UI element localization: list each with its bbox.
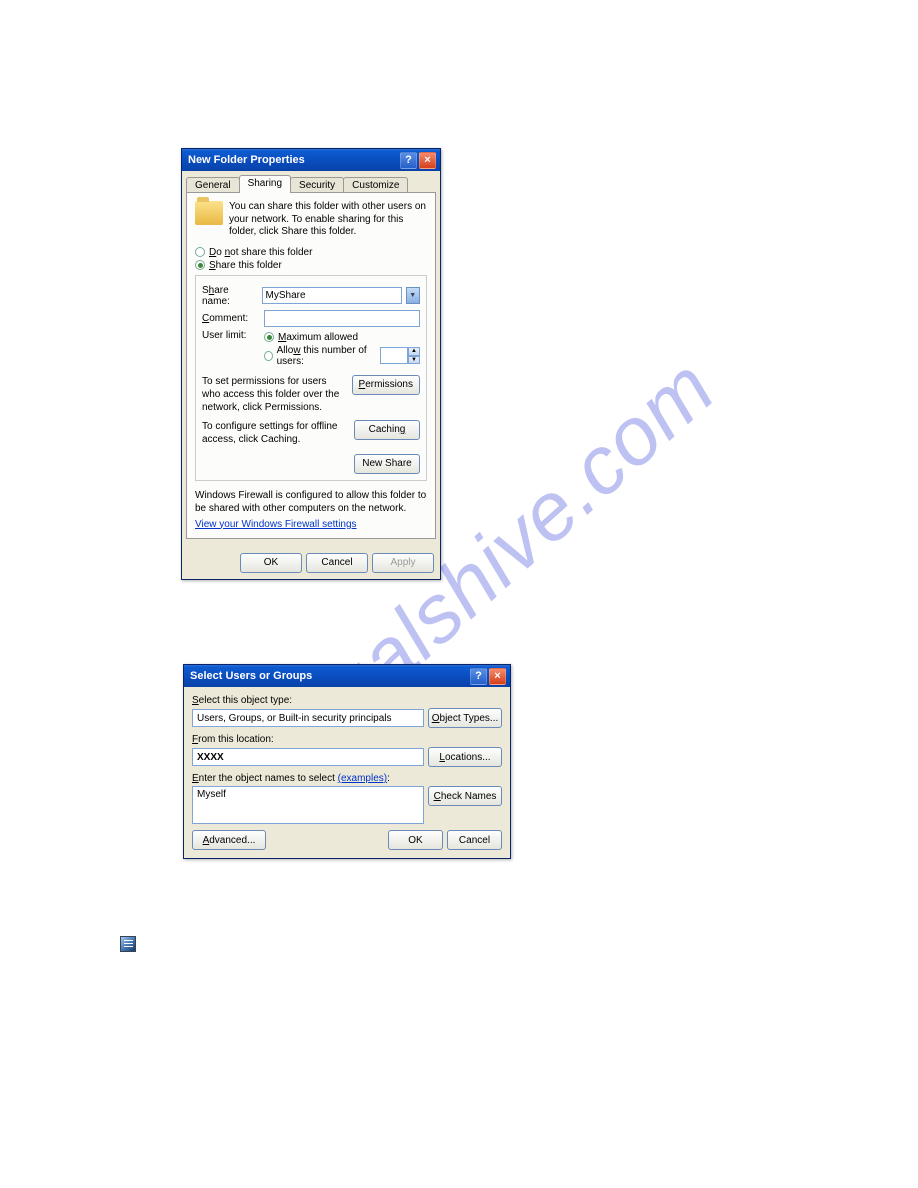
radio-allow-number[interactable] — [264, 351, 273, 361]
share-name-input[interactable] — [262, 287, 402, 304]
close-icon[interactable]: × — [489, 668, 506, 685]
dialog1-titlebar[interactable]: New Folder Properties ? × — [182, 149, 440, 171]
check-names-button[interactable]: Check Names — [428, 786, 502, 806]
user-limit-label: User limit: — [202, 330, 260, 341]
cancel-button[interactable]: Cancel — [447, 830, 502, 850]
object-names-textarea[interactable] — [192, 786, 424, 824]
close-icon[interactable]: × — [419, 152, 436, 169]
share-name-label: Share name: — [202, 285, 258, 307]
examples-link[interactable]: (examples) — [338, 773, 387, 784]
caching-text: To configure settings for offline access… — [202, 420, 348, 446]
help-icon[interactable]: ? — [400, 152, 417, 169]
apply-button[interactable]: Apply — [372, 553, 434, 573]
radio-allow-number-label: Allow this number of users: — [277, 345, 376, 367]
enter-names-label: Enter the object names to select (exampl… — [192, 773, 502, 784]
location-input[interactable] — [192, 748, 424, 766]
dialog2-title: Select Users or Groups — [190, 670, 312, 682]
new-folder-properties-dialog: New Folder Properties ? × General Sharin… — [181, 148, 441, 580]
radio-share-folder[interactable] — [195, 260, 205, 270]
folder-icon — [195, 201, 223, 225]
spinner-up-icon[interactable]: ▲ — [408, 347, 420, 356]
permissions-text: To set permissions for users who access … — [202, 375, 346, 414]
help-icon[interactable]: ? — [470, 668, 487, 685]
select-users-groups-dialog: Select Users or Groups ? × Select this o… — [183, 664, 511, 859]
new-share-button[interactable]: New Share — [354, 454, 420, 474]
radio-do-not-share-label: Do not share this folder — [209, 247, 312, 258]
radio-max-allowed-label: Maximum allowed — [278, 332, 358, 343]
ok-button[interactable]: OK — [388, 830, 443, 850]
comment-label: Comment: — [202, 313, 260, 324]
select-type-label: Select this object type: — [192, 695, 502, 706]
dialog1-title: New Folder Properties — [188, 154, 305, 166]
radio-share-folder-label: Share this folder — [209, 260, 282, 271]
firewall-text: Windows Firewall is configured to allow … — [195, 489, 427, 515]
object-types-button[interactable]: Object Types... — [428, 708, 502, 728]
permissions-button[interactable]: Permissions — [352, 375, 420, 395]
comment-input[interactable] — [264, 310, 420, 327]
radio-max-allowed[interactable] — [264, 332, 274, 342]
caching-button[interactable]: Caching — [354, 420, 420, 440]
sharing-tab-panel: You can share this folder with other use… — [186, 192, 436, 539]
user-count-spinner[interactable]: ▲ ▼ — [380, 347, 420, 364]
object-type-input[interactable] — [192, 709, 424, 727]
advanced-button[interactable]: Advanced... — [192, 830, 266, 850]
tabstrip: General Sharing Security Customize — [186, 175, 436, 193]
cancel-button[interactable]: Cancel — [306, 553, 368, 573]
spinner-down-icon[interactable]: ▼ — [408, 356, 420, 365]
ok-button[interactable]: OK — [240, 553, 302, 573]
dialog2-titlebar[interactable]: Select Users or Groups ? × — [184, 665, 510, 687]
info-text: You can share this folder with other use… — [229, 201, 427, 239]
note-icon — [120, 936, 136, 952]
tab-sharing[interactable]: Sharing — [239, 175, 291, 193]
from-location-label: From this location: — [192, 734, 502, 745]
locations-button[interactable]: Locations... — [428, 747, 502, 767]
firewall-settings-link[interactable]: View your Windows Firewall settings — [195, 519, 357, 530]
share-name-dropdown-icon[interactable]: ▼ — [406, 287, 420, 304]
radio-do-not-share[interactable] — [195, 247, 205, 257]
